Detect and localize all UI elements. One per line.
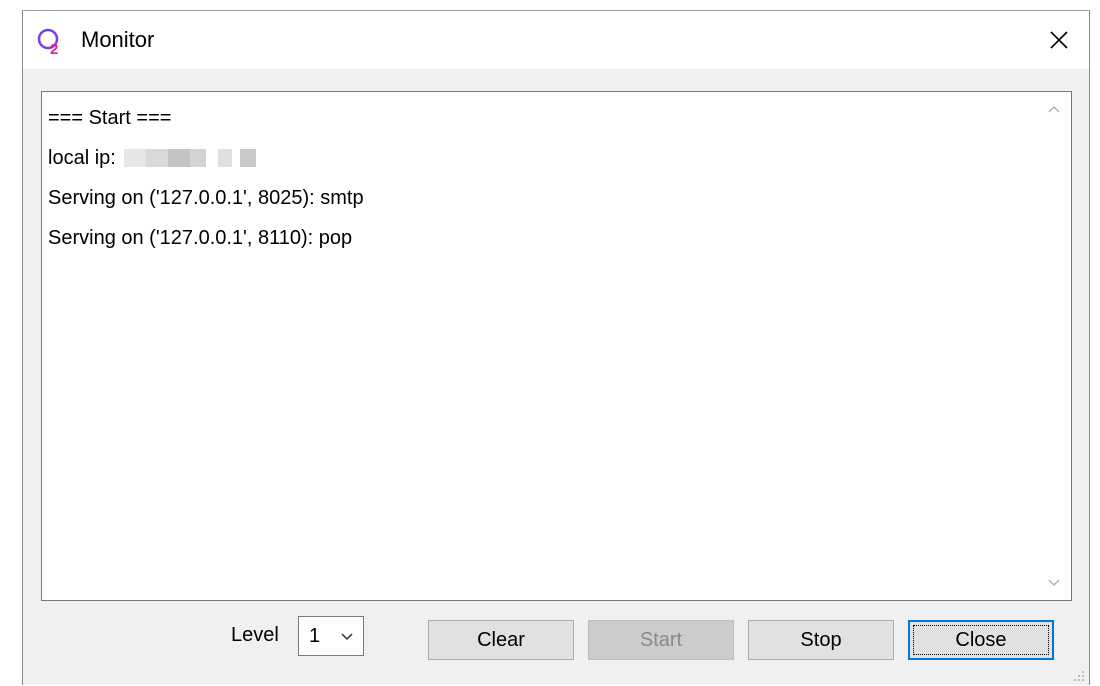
stop-button[interactable]: Stop: [748, 620, 894, 660]
log-line: local ip:: [48, 138, 1031, 178]
monitor-window: 2 Monitor === Start === local ip: Servin…: [22, 10, 1090, 685]
scroll-up-button[interactable]: [1037, 92, 1071, 126]
log-text: Serving on ('127.0.0.1', 8110): pop: [48, 227, 353, 249]
scroll-down-button[interactable]: [1037, 566, 1071, 600]
start-button[interactable]: Start: [588, 620, 734, 660]
close-icon: [1050, 31, 1068, 49]
level-value: 1: [309, 625, 321, 647]
focus-ring: [913, 625, 1049, 655]
chevron-down-icon: [341, 633, 353, 641]
level-dropdown[interactable]: 1: [298, 616, 364, 656]
button-bar: Level 1 Clear Start Stop Close: [23, 601, 1089, 686]
level-label: Level: [231, 624, 279, 646]
resize-grip-icon[interactable]: [1071, 668, 1085, 682]
window-close-button[interactable]: [1029, 11, 1089, 69]
log-line: Serving on ('127.0.0.1', 8110): pop: [48, 218, 1031, 258]
log-line: Serving on ('127.0.0.1', 8025): smtp: [48, 178, 1031, 218]
log-output[interactable]: === Start === local ip: Serving on ('127…: [41, 91, 1072, 601]
chevron-down-icon: [1048, 579, 1060, 586]
close-button[interactable]: Close: [908, 620, 1054, 660]
log-text: local ip:: [48, 147, 116, 169]
log-text: === Start ===: [48, 107, 172, 129]
chevron-up-icon: [1048, 106, 1060, 113]
redacted-ip: [123, 149, 256, 167]
title-bar[interactable]: 2 Monitor: [23, 11, 1089, 69]
window-title: Monitor: [81, 27, 155, 52]
svg-text:2: 2: [50, 41, 58, 56]
clear-button[interactable]: Clear: [428, 620, 574, 660]
log-text: Serving on ('127.0.0.1', 8025): smtp: [48, 187, 364, 209]
q2-app-icon: 2: [37, 28, 58, 56]
log-line: === Start ===: [48, 98, 1031, 138]
vertical-scrollbar[interactable]: [1037, 92, 1071, 600]
